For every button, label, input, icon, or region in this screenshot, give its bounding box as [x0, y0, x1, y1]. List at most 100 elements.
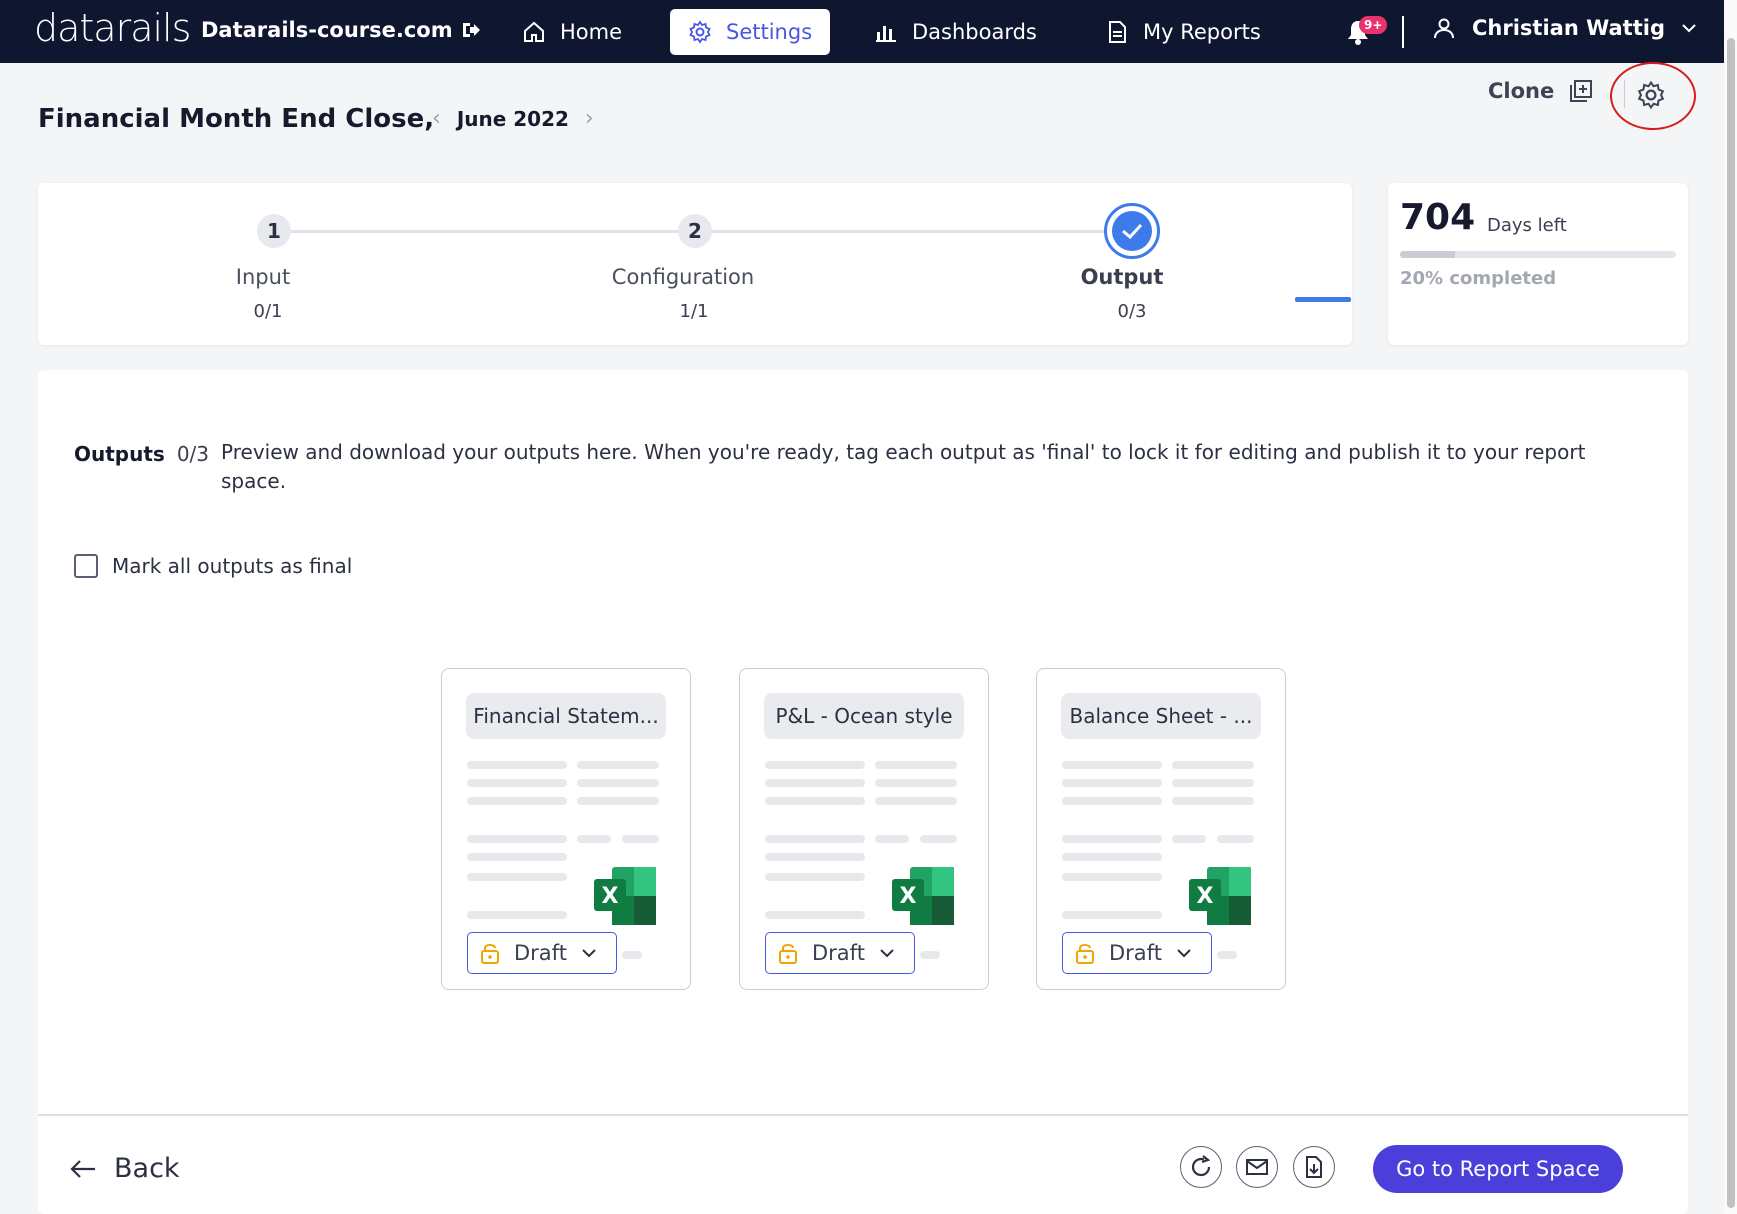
placeholder-line: [1062, 911, 1162, 919]
mark-all-final[interactable]: Mark all outputs as final: [74, 554, 352, 578]
back-label: Back: [114, 1153, 180, 1184]
placeholder-line: [467, 761, 567, 769]
mail-icon: [1246, 1159, 1268, 1175]
completion-progress-bar: [1400, 251, 1676, 258]
step-2-label: Configuration: [611, 265, 755, 289]
step-2-circle[interactable]: 2: [678, 214, 712, 248]
placeholder-line: [875, 779, 957, 787]
step-connector: [274, 230, 694, 233]
home-icon: [524, 21, 544, 42]
outputs-header: Outputs 0/3 Preview and download your ou…: [74, 440, 1641, 496]
chevron-left-icon[interactable]: ‹: [432, 106, 441, 131]
placeholder-line: [1062, 835, 1162, 843]
back-button[interactable]: Back: [70, 1153, 180, 1184]
placeholder-line: [467, 873, 567, 881]
logout-icon: [462, 23, 480, 37]
outputs-description: Preview and download your outputs here. …: [221, 440, 1586, 493]
status-dropdown[interactable]: Draft: [765, 932, 915, 974]
placeholder-line: [467, 911, 567, 919]
output-card-title[interactable]: Balance Sheet - ...: [1061, 693, 1261, 739]
outputs-panel: Outputs 0/3 Preview and download your ou…: [38, 370, 1688, 1214]
nav-dashboards-label: Dashboards: [912, 20, 1037, 44]
status-dropdown[interactable]: Draft: [467, 932, 617, 974]
go-to-report-space-button[interactable]: Go to Report Space: [1373, 1145, 1623, 1193]
nav-home-label: Home: [560, 20, 623, 44]
step-3-count: 0/3: [1117, 301, 1147, 322]
placeholder-line: [1172, 761, 1254, 769]
step-1-label: Input: [235, 265, 291, 289]
status-dropdown[interactable]: Draft: [1062, 932, 1212, 974]
placeholder-line: [467, 797, 567, 805]
placeholder-line: [1062, 761, 1162, 769]
completion-progress-fill: [1400, 251, 1456, 258]
step-3-circle[interactable]: [1104, 203, 1160, 259]
placeholder-line: [765, 779, 865, 787]
placeholder-line: [765, 853, 865, 861]
user-menu[interactable]: Christian Wattig: [1432, 16, 1697, 40]
download-file-icon: [1306, 1156, 1322, 1178]
refresh-button[interactable]: [1180, 1146, 1222, 1188]
placeholder-line: [1172, 835, 1206, 843]
progress-stepper: 1 Input 0/1 2 Configuration 1/1 Output 0…: [38, 183, 1352, 345]
document-icon: [1109, 21, 1126, 43]
placeholder-line: [467, 779, 567, 787]
mark-all-checkbox[interactable]: [74, 554, 98, 578]
placeholder-line: [765, 835, 865, 843]
nav-settings[interactable]: Settings: [670, 9, 831, 55]
status-label: Draft: [812, 941, 865, 965]
placeholder-line: [765, 911, 865, 919]
status-label: Draft: [514, 941, 567, 965]
notification-badge: 9+: [1359, 16, 1388, 34]
nav-divider: [1402, 16, 1404, 48]
scrollbar-thumb[interactable]: [1727, 38, 1735, 1208]
user-icon: [1434, 18, 1454, 39]
output-card[interactable]: P&L - Ocean style X Draft: [739, 668, 989, 990]
lock-icon: [1076, 944, 1094, 964]
days-left-card: 704 Days left 20% completed: [1388, 183, 1688, 345]
nav-dashboards[interactable]: Dashboards: [856, 9, 1055, 55]
user-name: Christian Wattig: [1472, 16, 1665, 40]
nav-home[interactable]: Home: [504, 9, 640, 55]
lock-icon: [779, 944, 797, 964]
placeholder-line: [577, 779, 659, 787]
lock-icon: [481, 944, 499, 964]
chevron-down-icon: [1177, 949, 1191, 958]
outputs-title: Outputs: [74, 442, 165, 466]
bar-chart-icon: [876, 26, 896, 42]
placeholder-line: [577, 797, 659, 805]
clone-button[interactable]: Clone: [1488, 78, 1594, 104]
placeholder-line: [577, 761, 659, 769]
placeholder-line: [1217, 835, 1254, 843]
email-button[interactable]: [1236, 1146, 1278, 1188]
placeholder-line: [920, 835, 957, 843]
placeholder-line: [1062, 873, 1162, 881]
output-card[interactable]: Balance Sheet - ... X Draft: [1036, 668, 1286, 990]
placeholder-line: [1062, 779, 1162, 787]
svg-text:X: X: [900, 884, 917, 909]
placeholder-line: [765, 873, 865, 881]
excel-icon: X: [1189, 867, 1251, 925]
chevron-right-icon[interactable]: ›: [585, 106, 594, 131]
output-card[interactable]: Financial Statem... X Draft: [441, 668, 691, 990]
page-title: Financial Month End Close,: [38, 104, 435, 134]
output-card-title[interactable]: P&L - Ocean style: [764, 693, 964, 739]
step-indicator-bar: [1295, 297, 1351, 302]
gear-icon: [689, 20, 711, 44]
download-button[interactable]: [1293, 1146, 1335, 1188]
placeholder-line: [765, 761, 865, 769]
nav-my-reports[interactable]: My Reports: [1087, 9, 1279, 55]
output-card-title[interactable]: Financial Statem...: [466, 693, 666, 739]
days-left-label: Days left: [1487, 215, 1567, 236]
clone-icon: [1570, 80, 1593, 102]
placeholder-line: [765, 797, 865, 805]
step-1-circle[interactable]: 1: [257, 214, 291, 248]
placeholder-line: [1172, 779, 1254, 787]
status-label: Draft: [1109, 941, 1162, 965]
domain-switcher[interactable]: Datarails-course.com: [201, 18, 481, 42]
step-3-label: Output: [1080, 265, 1164, 289]
datarails-logo[interactable]: datarails: [34, 6, 191, 50]
placeholder-line: [622, 951, 642, 959]
placeholder-line: [875, 797, 957, 805]
arrow-left-icon: [70, 1159, 95, 1178]
nav-settings-label: Settings: [726, 20, 813, 44]
